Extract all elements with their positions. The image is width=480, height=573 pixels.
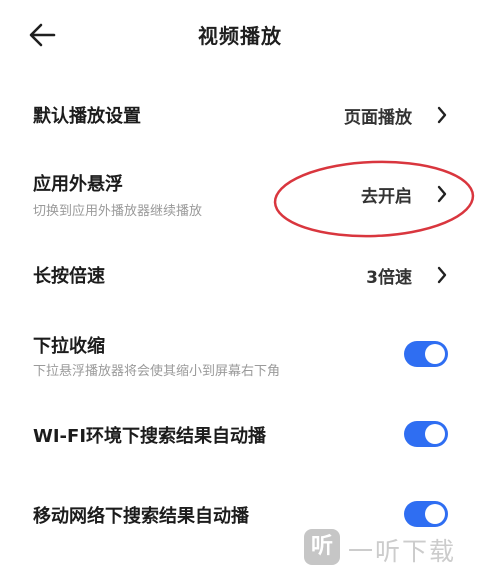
mobile-autoplay-toggle[interactable] bbox=[404, 501, 448, 527]
settings-row-floating-window[interactable]: 应用外悬浮 切换到应用外播放器继续播放 去开启 bbox=[0, 160, 480, 224]
mobile-autoplay-label: 移动网络下搜索结果自动播 bbox=[33, 506, 249, 527]
toggle-knob bbox=[425, 424, 445, 444]
toggle-knob bbox=[425, 504, 445, 524]
toggle-knob bbox=[425, 344, 445, 364]
default-play-label: 默认播放设置 bbox=[33, 106, 141, 127]
video-playback-settings-page: 视频播放 默认播放设置 页面播放 应用外悬浮 切换到应用外播放器继续播放 去开启… bbox=[0, 0, 480, 573]
chevron-right-icon bbox=[437, 266, 447, 284]
floating-window-subtitle: 切换到应用外播放器继续播放 bbox=[33, 204, 203, 219]
long-press-speed-label: 长按倍速 bbox=[33, 266, 105, 287]
settings-row-pull-shrink: 下拉收缩 下拉悬浮播放器将会使其缩小到屏幕右下角 bbox=[0, 322, 480, 386]
chevron-right-icon bbox=[437, 185, 447, 203]
floating-window-label: 应用外悬浮 bbox=[33, 174, 123, 195]
pull-shrink-label: 下拉收缩 bbox=[33, 336, 105, 357]
chevron-right-icon bbox=[437, 106, 447, 124]
settings-row-wifi-autoplay: WI-FI环境下搜索结果自动播 bbox=[0, 412, 480, 458]
header-bar: 视频播放 bbox=[0, 0, 480, 70]
pull-shrink-subtitle: 下拉悬浮播放器将会使其缩小到屏幕右下角 bbox=[33, 364, 281, 379]
watermark-logo-icon: 听 bbox=[304, 529, 340, 565]
wifi-autoplay-toggle[interactable] bbox=[404, 421, 448, 447]
default-play-value: 页面播放 bbox=[344, 108, 412, 128]
settings-row-long-press-speed[interactable]: 长按倍速 3倍速 bbox=[0, 252, 480, 298]
floating-window-value: 去开启 bbox=[361, 187, 412, 207]
page-title: 视频播放 bbox=[198, 24, 282, 48]
settings-row-default-play[interactable]: 默认播放设置 页面播放 bbox=[0, 92, 480, 138]
wifi-autoplay-label: WI-FI环境下搜索结果自动播 bbox=[33, 426, 267, 447]
long-press-speed-value: 3倍速 bbox=[366, 268, 412, 288]
pull-shrink-toggle[interactable] bbox=[404, 341, 448, 367]
watermark: 听 一听下载 bbox=[304, 525, 474, 569]
watermark-text: 一听下载 bbox=[348, 537, 457, 566]
